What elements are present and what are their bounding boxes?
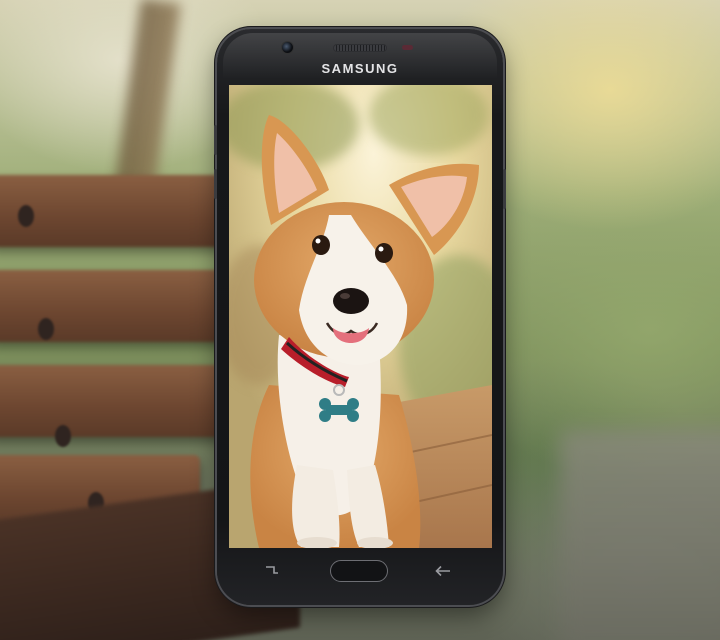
volume-button	[214, 169, 217, 199]
phone-screen	[229, 85, 492, 548]
corgi-photo	[229, 85, 492, 548]
bench-bolt	[55, 425, 71, 447]
recent-apps-icon[interactable]	[265, 565, 279, 575]
volume-button	[214, 125, 217, 155]
power-button	[503, 169, 506, 209]
path-ground	[560, 430, 720, 640]
bench-bolt	[18, 205, 34, 227]
proximity-sensor	[402, 45, 413, 50]
bench-slat	[0, 270, 240, 342]
bench-slat	[0, 365, 240, 437]
bench-slat	[0, 175, 240, 247]
front-camera-icon	[282, 42, 293, 53]
bench-bolt	[38, 318, 54, 340]
brand-logo: SAMSUNG	[321, 61, 399, 76]
earpiece-speaker	[334, 45, 386, 51]
home-button[interactable]	[330, 560, 388, 582]
back-arrow-icon[interactable]	[435, 565, 451, 577]
samsung-phone: SAMSUNG	[214, 29, 506, 605]
